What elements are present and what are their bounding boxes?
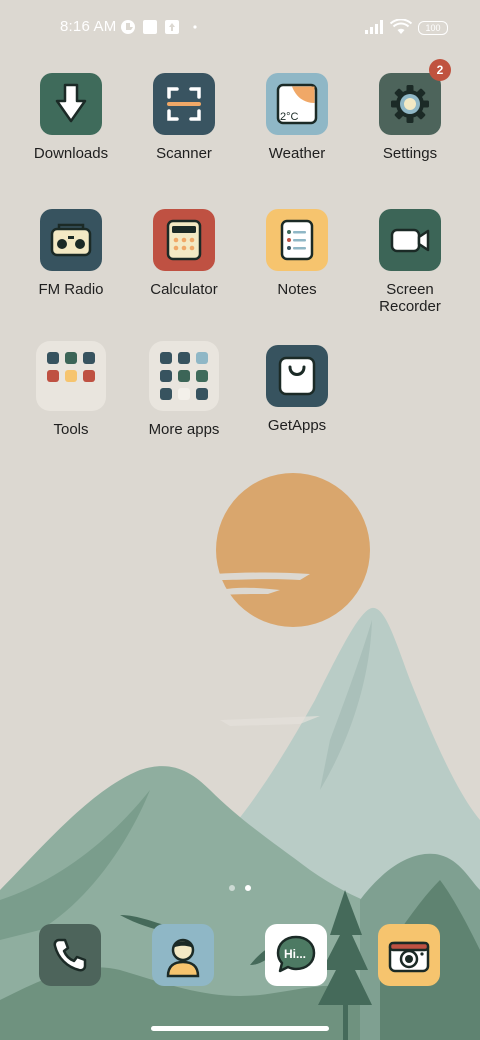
- app-label: Tools: [53, 421, 89, 438]
- app-label: Scanner: [156, 145, 212, 162]
- page-dot-active: [245, 885, 251, 891]
- app-label: Notes: [277, 281, 317, 298]
- app-weather[interactable]: 2°C Weather: [241, 73, 353, 162]
- weather-temperature: 2°C: [280, 111, 299, 123]
- app-label: Downloads: [33, 145, 109, 162]
- app-label: More apps: [148, 421, 220, 438]
- mini-app-icon: [160, 352, 172, 364]
- chat-bubble-text: Hi...: [284, 947, 306, 961]
- mini-app-icon: [83, 370, 95, 382]
- notes-icon: [266, 209, 328, 271]
- battery-icon: 100: [418, 21, 448, 35]
- app-label-line1: Screen: [386, 281, 434, 298]
- signal-icon: [365, 20, 383, 34]
- mini-app-icon: [196, 370, 208, 382]
- page-dot: [229, 885, 235, 891]
- app-fm-radio[interactable]: FM Radio: [15, 209, 127, 298]
- mini-app-icon: [83, 352, 95, 364]
- app-calculator[interactable]: Calculator: [128, 209, 240, 298]
- notification-badge: 2: [429, 59, 451, 81]
- app-scanner[interactable]: Scanner: [128, 73, 240, 162]
- dock-camera[interactable]: [378, 924, 440, 986]
- status-time: 8:16 AM: [60, 18, 117, 35]
- chat-bubble-icon: Hi...: [276, 935, 316, 973]
- folder-icon: [149, 341, 219, 411]
- upload-notification-icon: [165, 20, 179, 34]
- folder-icon: [36, 341, 106, 411]
- mini-app-icon: [47, 370, 59, 382]
- mini-app-icon: [47, 352, 59, 364]
- app-label: Screen Recorder: [354, 281, 466, 315]
- app-notes[interactable]: Notes: [241, 209, 353, 298]
- app-settings[interactable]: 2 Settings: [354, 59, 466, 162]
- radio-icon: [40, 209, 102, 271]
- app-label: Calculator: [150, 281, 218, 298]
- app-label: FM Radio: [38, 281, 104, 298]
- video-camera-icon: [379, 209, 441, 271]
- shopping-bag-icon: [266, 345, 328, 407]
- mini-app-icon: [65, 370, 77, 382]
- mini-app-icon: [178, 352, 190, 364]
- mini-app-icon: [196, 388, 208, 400]
- app-label: Weather: [268, 145, 326, 162]
- app-label-line2: Recorder: [379, 298, 441, 315]
- app-downloads[interactable]: Downloads: [15, 73, 127, 162]
- dock-phone[interactable]: [39, 924, 101, 986]
- camera-icon: [388, 941, 430, 973]
- gear-icon: 2: [379, 59, 451, 135]
- folder-tools[interactable]: Tools: [15, 341, 127, 438]
- app-screen-recorder[interactable]: Screen Recorder: [354, 209, 466, 315]
- scan-frame-icon: [153, 73, 215, 135]
- wifi-icon: [390, 19, 412, 34]
- home-indicator[interactable]: [151, 1026, 329, 1031]
- mini-app-icon: [196, 352, 208, 364]
- download-arrow-icon: [40, 73, 102, 135]
- mini-app-icon: [178, 388, 190, 400]
- page-indicator: [0, 878, 480, 896]
- cat-icon: [121, 20, 135, 34]
- person-icon: [166, 938, 200, 978]
- folder-more-apps[interactable]: More apps: [128, 341, 240, 438]
- dot-icon: [193, 25, 197, 29]
- mini-app-icon: [160, 370, 172, 382]
- square-notification-icon: [143, 20, 157, 34]
- phone-icon: [53, 938, 87, 972]
- app-getapps[interactable]: GetApps: [241, 345, 353, 434]
- app-label: Settings: [382, 145, 438, 162]
- mini-app-icon: [178, 370, 190, 382]
- dock-contacts[interactable]: [152, 924, 214, 986]
- mini-app-icon: [65, 352, 77, 364]
- calculator-icon: [153, 209, 215, 271]
- status-bar: 8:16 AM 100: [0, 0, 480, 56]
- app-label: GetApps: [267, 417, 327, 434]
- mini-app-icon: [160, 388, 172, 400]
- weather-icon: 2°C: [266, 73, 328, 135]
- dock-messaging[interactable]: Hi...: [265, 924, 327, 986]
